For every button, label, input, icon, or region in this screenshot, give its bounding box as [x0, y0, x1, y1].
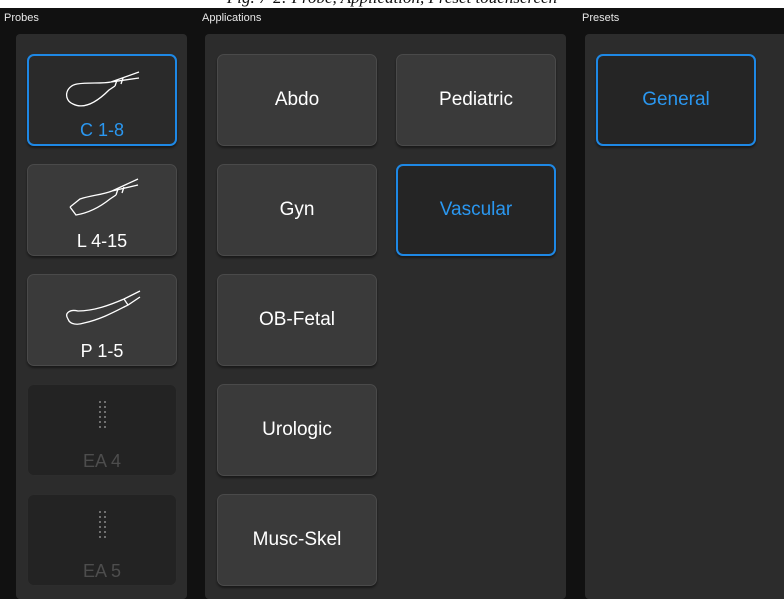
probe-l4-15-button[interactable]: L 4-15: [27, 164, 177, 256]
touchscreen: Probes Applications Presets C 1-8 L 4-15…: [0, 8, 784, 599]
probe-label: L 4-15: [76, 231, 128, 251]
linear-probe-icon: [69, 178, 139, 216]
presets-header: Presets: [582, 12, 620, 24]
probe-label: EA 4: [82, 451, 122, 471]
phased-probe-icon: [66, 290, 141, 325]
probes-panel: C 1-8 L 4-15 P 1-5 EA 4 EA 5: [16, 34, 187, 599]
applications-panel: Abdo Gyn OB-Fetal Urologic Musc-Skel Ped…: [205, 34, 566, 599]
app-vascular-button[interactable]: Vascular: [396, 164, 556, 256]
curved-probe-icon: [66, 71, 140, 107]
app-abdo-button[interactable]: Abdo: [217, 54, 377, 146]
app-pediatric-button[interactable]: Pediatric: [396, 54, 556, 146]
probes-header: Probes: [4, 12, 39, 24]
app-musc-skel-button[interactable]: Musc-Skel: [217, 494, 377, 586]
probe-c1-8-button[interactable]: C 1-8: [27, 54, 177, 146]
probe-label: P 1-5: [80, 341, 124, 361]
probe-ea5-button[interactable]: EA 5: [27, 494, 177, 586]
figure-caption: Fig. 7-2: Probe, Application, Preset tou…: [0, 0, 784, 8]
app-urologic-button[interactable]: Urologic: [217, 384, 377, 476]
probe-ea4-button[interactable]: EA 4: [27, 384, 177, 476]
probe-label: C 1-8: [79, 120, 124, 140]
connector-port-icon: [94, 511, 114, 545]
probe-label: EA 5: [82, 561, 122, 581]
app-ob-fetal-button[interactable]: OB-Fetal: [217, 274, 377, 366]
presets-panel: General: [585, 34, 784, 599]
app-gyn-button[interactable]: Gyn: [217, 164, 377, 256]
preset-general-button[interactable]: General: [596, 54, 756, 146]
connector-port-icon: [94, 401, 114, 435]
probe-p1-5-button[interactable]: P 1-5: [27, 274, 177, 366]
applications-header: Applications: [202, 12, 262, 24]
